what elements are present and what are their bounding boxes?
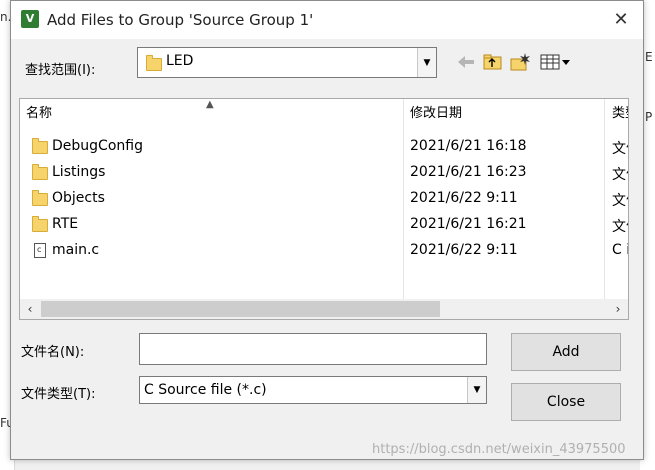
new-folder-icon[interactable] [509, 51, 531, 73]
folder-icon [32, 216, 48, 232]
background-right-text-1: E [645, 50, 653, 64]
file-name: DebugConfig [52, 138, 143, 154]
filename-label: 文件名(N): [21, 345, 85, 360]
file-type: 文件 [612, 141, 628, 157]
add-files-dialog: V Add Files to Group 'Source Group 1' ✕ … [10, 0, 644, 460]
look-in-label: 查找范围(I): [25, 63, 96, 78]
file-date: 2021/6/21 16:18 [410, 138, 527, 154]
filetype-value: C Source file (*.c) [144, 382, 267, 398]
folder-icon [32, 190, 48, 206]
scroll-right-icon[interactable]: › [608, 299, 628, 319]
file-row-listings[interactable]: Listings 2021/6/21 16:23 文件 [20, 160, 628, 186]
sort-ascending-icon: ▲ [206, 99, 214, 110]
back-arrow-icon[interactable] [455, 51, 477, 73]
file-row-debugconfig[interactable]: DebugConfig 2021/6/21 16:18 文件 [20, 134, 628, 160]
scroll-thumb[interactable] [41, 301, 440, 317]
file-name: Objects [52, 190, 105, 206]
keil-app-icon: V [21, 10, 39, 28]
chevron-down-icon[interactable]: ▼ [467, 377, 486, 403]
column-header-date[interactable]: 修改日期 [404, 99, 604, 129]
file-type: 文件 [612, 193, 628, 209]
folder-icon [32, 138, 48, 154]
title-bar[interactable]: V Add Files to Group 'Source Group 1' ✕ [11, 1, 643, 39]
scroll-left-icon[interactable]: ‹ [20, 299, 40, 319]
file-date: 2021/6/22 9:11 [410, 242, 518, 258]
column-header-type[interactable]: 类型 [606, 99, 628, 129]
horizontal-scrollbar[interactable]: ‹ › [20, 299, 628, 319]
close-icon[interactable]: ✕ [607, 7, 635, 33]
file-date: 2021/6/21 16:23 [410, 164, 527, 180]
filetype-label: 文件类型(T): [21, 387, 96, 402]
folder-icon [146, 55, 162, 71]
folder-icon [32, 164, 48, 180]
file-type: C i [612, 242, 629, 258]
filename-input[interactable] [139, 333, 487, 365]
file-date: 2021/6/21 16:21 [410, 216, 527, 232]
file-name: Listings [52, 164, 106, 180]
background-right-text-2: P [645, 110, 653, 124]
file-row-rte[interactable]: RTE 2021/6/21 16:21 文件 [20, 212, 628, 238]
file-name: RTE [52, 216, 79, 232]
look-in-value: LED [166, 53, 194, 69]
chevron-down-icon[interactable]: ▼ [417, 48, 436, 77]
file-type: 文件 [612, 219, 628, 235]
up-folder-icon[interactable] [482, 51, 504, 73]
file-row-objects[interactable]: Objects 2021/6/22 9:11 文件 [20, 186, 628, 212]
file-name: main.c [52, 242, 100, 258]
file-row-main-c[interactable]: main.c 2021/6/22 9:11 C i [20, 238, 629, 264]
c-file-icon [34, 243, 46, 258]
close-button[interactable]: Close [511, 383, 621, 421]
add-button[interactable]: Add [511, 333, 621, 371]
watermark-text: https://blog.csdn.net/weixin_43975500 [372, 442, 626, 457]
file-type: 文件 [612, 167, 628, 183]
file-list[interactable]: 名称 ▲ 修改日期 类型 DebugConfig 2021/6/21 16:18… [19, 98, 629, 320]
view-menu-icon[interactable] [539, 51, 573, 73]
look-in-combo[interactable]: LED ▼ [137, 47, 437, 78]
filetype-select[interactable]: C Source file (*.c) ▼ [139, 376, 487, 404]
file-date: 2021/6/22 9:11 [410, 190, 518, 206]
dialog-title: Add Files to Group 'Source Group 1' [47, 11, 314, 29]
